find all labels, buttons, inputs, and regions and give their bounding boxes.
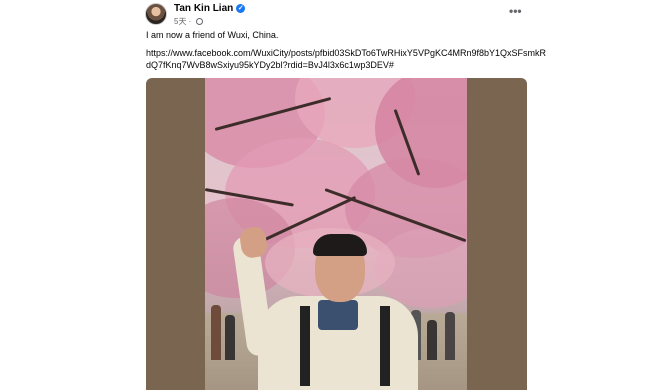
post-time[interactable]: 5天 bbox=[174, 17, 186, 26]
raised-arm bbox=[231, 225, 275, 358]
post-link[interactable]: https://www.facebook.com/WuxiCity/posts/… bbox=[146, 47, 546, 71]
post-media[interactable] bbox=[146, 78, 527, 390]
facebook-post: Tan Kin Lian ✓ 5天 · ••• I am now a friend… bbox=[0, 0, 650, 390]
scarf bbox=[318, 300, 358, 330]
backpack-strap bbox=[380, 306, 390, 386]
more-options-icon[interactable]: ••• bbox=[509, 4, 522, 18]
post-meta: 5天 · bbox=[174, 16, 203, 27]
cherry-blossom-photo[interactable] bbox=[205, 78, 467, 390]
post-caption: I am now a friend of Wuxi, China. bbox=[146, 30, 279, 40]
man-waving bbox=[230, 225, 430, 390]
background-person bbox=[445, 312, 455, 360]
author-avatar[interactable] bbox=[145, 3, 167, 25]
author-name[interactable]: Tan Kin Lian bbox=[174, 3, 233, 14]
verified-badge-icon: ✓ bbox=[236, 4, 246, 13]
hand bbox=[238, 225, 269, 260]
backpack-strap bbox=[300, 306, 310, 386]
background-person bbox=[211, 305, 221, 360]
author-name-row: Tan Kin Lian ✓ bbox=[174, 3, 246, 14]
hair bbox=[313, 234, 367, 256]
globe-icon bbox=[195, 18, 203, 25]
